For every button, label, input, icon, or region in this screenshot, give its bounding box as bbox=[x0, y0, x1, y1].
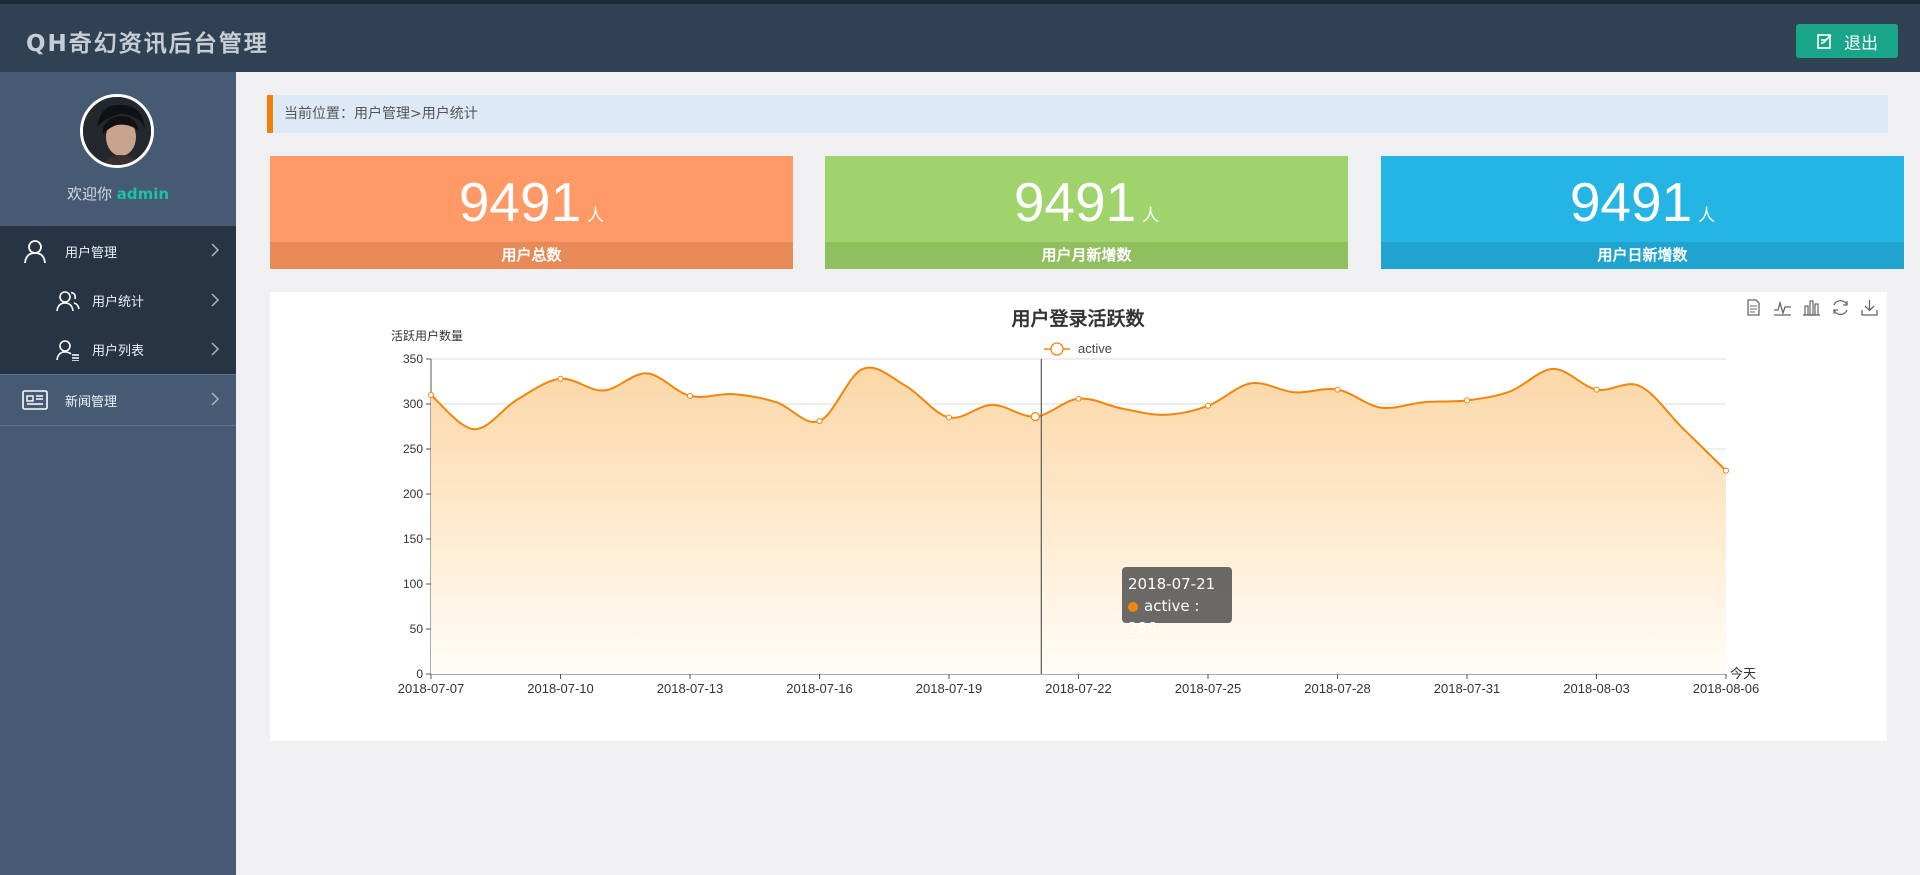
stat-unit: 人 bbox=[587, 206, 605, 226]
y-tick-label: 50 bbox=[410, 622, 424, 636]
chevron-right-icon bbox=[211, 293, 220, 307]
data-view-icon[interactable] bbox=[1744, 298, 1763, 317]
data-point bbox=[1593, 386, 1600, 393]
avatar[interactable] bbox=[80, 94, 154, 168]
stat-label: 用户日新增数 bbox=[1381, 242, 1904, 269]
restore-icon[interactable] bbox=[1831, 298, 1850, 317]
app-logo: QH奇幻资讯后台管理 bbox=[26, 31, 269, 57]
tooltip-text: active : 286 bbox=[1128, 597, 1200, 637]
chart-title: 用户登录活跃数 bbox=[1011, 307, 1145, 330]
x-tick-label: 2018-07-13 bbox=[657, 681, 724, 696]
top-bar: QH奇幻资讯后台管理 退出 bbox=[0, 0, 1920, 72]
stat-unit: 人 bbox=[1698, 206, 1716, 226]
sidebar-item-user-list[interactable]: 用户列表 bbox=[0, 325, 236, 374]
x-tick-label: 2018-07-25 bbox=[1175, 681, 1242, 696]
chart-tooltip: 2018-07-21 active : 286 bbox=[1122, 567, 1232, 637]
x-tick-label: 2018-07-31 bbox=[1434, 681, 1501, 696]
line-chart: 0 50 100 150 200 250 300 350 2018-07-07 2018-07-1… bbox=[391, 307, 1760, 696]
tooltip-value: active : 286 bbox=[1128, 595, 1226, 639]
stat-unit: 人 bbox=[1142, 206, 1160, 226]
data-point bbox=[816, 418, 823, 425]
chart-toolbox bbox=[1744, 298, 1879, 317]
data-point bbox=[687, 392, 693, 399]
sidebar-item-label: 新闻管理 bbox=[65, 394, 118, 410]
line-chart-icon[interactable] bbox=[1773, 298, 1792, 317]
logout-button[interactable]: 退出 bbox=[1796, 24, 1898, 58]
download-icon[interactable] bbox=[1860, 298, 1879, 317]
x-axis-label: 今天 bbox=[1730, 666, 1756, 682]
avatar-image bbox=[83, 97, 151, 165]
user-icon bbox=[21, 237, 49, 265]
stat-value: 9491 bbox=[458, 171, 582, 233]
data-point bbox=[1723, 467, 1729, 474]
sidebar-item-user-management[interactable]: 用户管理 bbox=[0, 226, 236, 276]
bar-chart-icon[interactable] bbox=[1802, 298, 1821, 317]
username: admin bbox=[116, 185, 170, 203]
x-tick-label: 2018-07-16 bbox=[786, 681, 853, 696]
sidebar-item-user-stats[interactable]: 用户统计 bbox=[0, 276, 236, 325]
stat-label: 用户月新增数 bbox=[825, 242, 1348, 269]
legend-label: active bbox=[1078, 341, 1112, 356]
data-point bbox=[1205, 402, 1211, 409]
sidebar: 欢迎你 admin 用户管理 用户统计 用户列表 新闻管理 bbox=[0, 72, 236, 875]
chart-panel: 0 50 100 150 200 250 300 350 2018-07-07 2018-07-1… bbox=[270, 292, 1887, 741]
chevron-right-icon bbox=[211, 342, 220, 356]
series-area bbox=[431, 367, 1726, 674]
y-tick-label: 200 bbox=[403, 487, 423, 501]
news-icon bbox=[21, 386, 49, 414]
stat-card-monthly-new: 9491 人 用户月新增数 bbox=[825, 156, 1348, 269]
series-dot-icon bbox=[1128, 601, 1138, 612]
data-point bbox=[557, 375, 564, 382]
y-tick-label: 100 bbox=[403, 577, 423, 591]
user-profile: 欢迎你 admin bbox=[0, 72, 236, 226]
data-point bbox=[946, 414, 952, 421]
sidebar-item-label: 用户统计 bbox=[92, 295, 145, 310]
stat-label: 用户总数 bbox=[270, 242, 793, 269]
y-tick-label: 0 bbox=[416, 667, 423, 681]
welcome-prefix: 欢迎你 bbox=[66, 185, 112, 203]
stat-value: 9491 bbox=[1569, 171, 1693, 233]
data-point bbox=[428, 392, 434, 398]
x-tick-label: 2018-08-06 bbox=[1693, 681, 1760, 696]
x-tick-label: 2018-07-10 bbox=[527, 681, 594, 696]
logout-label: 退出 bbox=[1844, 33, 1878, 54]
breadcrumb: 当前位置：用户管理>用户统计 bbox=[267, 95, 1888, 133]
users-icon bbox=[54, 287, 82, 315]
stat-card-total-users: 9491 人 用户总数 bbox=[270, 156, 793, 269]
x-tick-label: 2018-07-28 bbox=[1304, 681, 1371, 696]
x-tick-label: 2018-07-22 bbox=[1045, 681, 1112, 696]
active-point bbox=[1030, 411, 1040, 422]
data-point bbox=[1334, 386, 1341, 393]
sidebar-item-label: 用户列表 bbox=[92, 344, 145, 359]
data-point bbox=[1075, 395, 1082, 402]
y-tick-label: 250 bbox=[403, 442, 423, 456]
legend-marker bbox=[1050, 342, 1064, 356]
stat-card-daily-new: 9491 人 用户日新增数 bbox=[1381, 156, 1904, 269]
edit-icon bbox=[1817, 34, 1832, 49]
chevron-right-icon bbox=[211, 392, 220, 406]
stat-value: 9491 bbox=[1013, 171, 1137, 233]
welcome-text: 欢迎你 admin bbox=[0, 183, 236, 204]
x-tick-label: 2018-07-19 bbox=[916, 681, 983, 696]
y-tick-label: 150 bbox=[403, 532, 423, 546]
sidebar-item-label: 用户管理 bbox=[65, 245, 118, 261]
x-tick-label: 2018-08-03 bbox=[1563, 681, 1630, 696]
y-axis-label: 活跃用户数量 bbox=[391, 328, 463, 343]
y-tick-label: 350 bbox=[403, 352, 423, 366]
tooltip-date: 2018-07-21 bbox=[1128, 575, 1216, 593]
x-tick-label: 2018-07-07 bbox=[398, 681, 465, 696]
chevron-right-icon bbox=[211, 243, 220, 257]
y-tick-label: 300 bbox=[403, 397, 423, 411]
data-point bbox=[1464, 397, 1470, 404]
user-list-icon bbox=[54, 336, 82, 364]
sidebar-item-news-management[interactable]: 新闻管理 bbox=[0, 374, 236, 426]
